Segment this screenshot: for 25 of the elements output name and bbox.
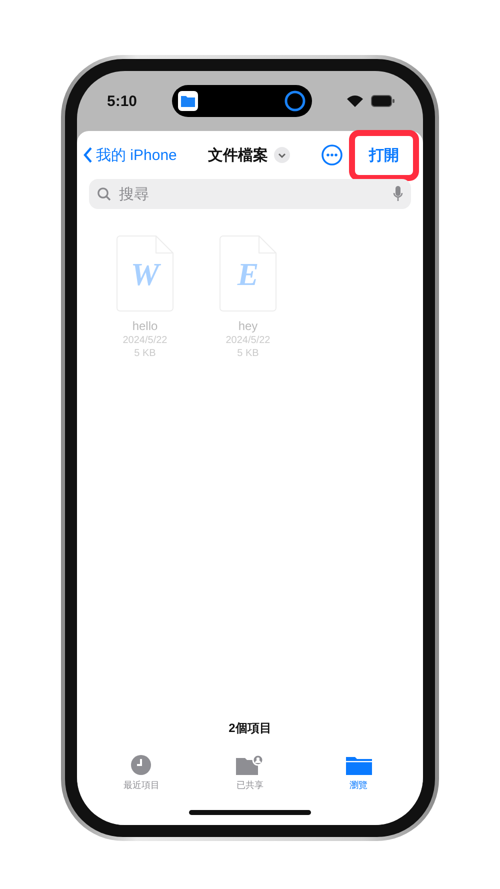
status-time: 5:10 [107,92,138,110]
file-name: hello [132,319,158,333]
folder-title[interactable]: 文件檔案 [208,146,290,164]
search-icon [97,187,111,201]
wifi-icon [347,95,363,107]
item-count: 2個項目 [228,720,272,737]
back-button[interactable]: 我的 iPhone [83,146,177,164]
tab-bar-item[interactable]: 瀏覽 [324,755,394,792]
more-button[interactable] [321,144,343,166]
folder-icon [346,755,372,775]
microphone-icon [393,186,403,202]
battery-icon [371,95,395,107]
tab-bar-item[interactable]: 最近項目 [106,755,176,792]
clock-icon [131,755,152,775]
open-button[interactable]: 打開 [355,136,413,174]
search-bar[interactable]: 搜尋 [89,179,411,209]
tab-bar-item[interactable]: 已共享 [214,755,285,792]
shared-folder-icon [236,755,264,775]
chevron-left-icon [83,146,93,164]
file-name: hey [238,319,258,333]
chevron-down-icon [274,147,290,163]
progress-ring-icon [284,90,306,112]
search-field[interactable]: 搜尋 [117,184,387,204]
folder-app-icon [178,91,198,111]
ellipsis-icon [321,144,343,166]
